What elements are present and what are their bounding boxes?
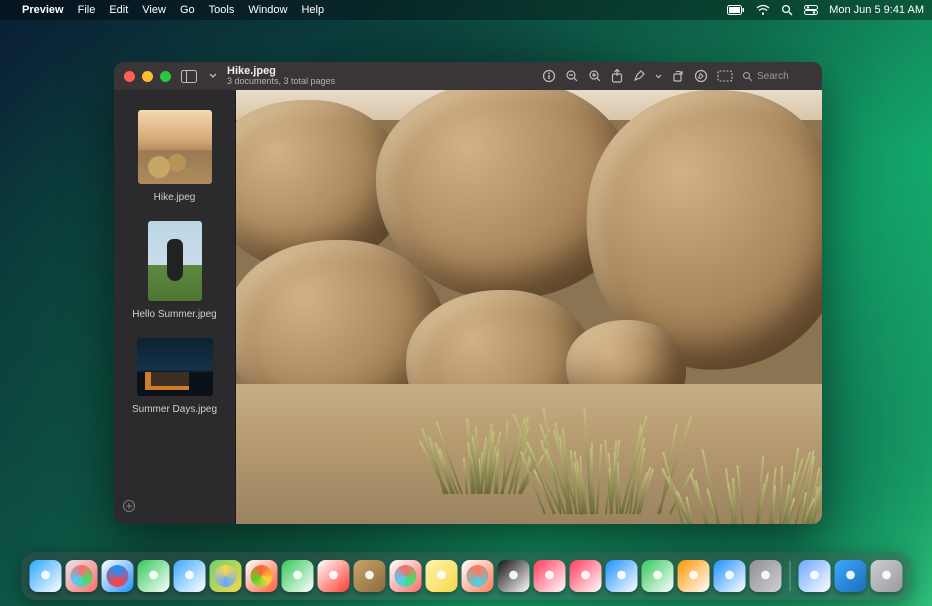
menu-tools[interactable]: Tools (209, 4, 235, 16)
menu-file[interactable]: File (78, 4, 96, 16)
dock-app-photos[interactable] (246, 560, 278, 592)
zoom-in-button[interactable] (588, 69, 602, 83)
dock (22, 552, 911, 600)
menu-edit[interactable]: Edit (109, 4, 128, 16)
dock-app-mail[interactable] (174, 560, 206, 592)
dock-app-preview[interactable] (799, 560, 831, 592)
dock-app-finder[interactable] (30, 560, 62, 592)
dock-app-app-store[interactable] (714, 560, 746, 592)
window-minimize-button[interactable] (142, 71, 153, 82)
dock-app-notes[interactable] (426, 560, 458, 592)
thumbnail-label: Hello Summer.jpeg (122, 309, 227, 320)
image-canvas[interactable] (236, 90, 822, 524)
menu-window[interactable]: Window (248, 4, 287, 16)
thumbnail-image (137, 338, 213, 396)
zoom-out-button[interactable] (565, 69, 579, 83)
thumbnail-label: Summer Days.jpeg (122, 404, 227, 415)
dock-app-numbers[interactable] (642, 560, 674, 592)
dock-app-calendar[interactable] (318, 560, 350, 592)
add-page-button[interactable] (122, 499, 136, 518)
dock-app-trash[interactable] (871, 560, 903, 592)
search-placeholder: Search (757, 71, 789, 82)
dock-app-reminders[interactable] (390, 560, 422, 592)
search-icon (742, 71, 753, 82)
dock-app-safari[interactable] (102, 560, 134, 592)
wifi-icon[interactable] (756, 5, 770, 15)
window-close-button[interactable] (124, 71, 135, 82)
sidebar-toggle-chevron-icon[interactable] (209, 73, 217, 79)
menu-view[interactable]: View (142, 4, 166, 16)
toolbar-search-field[interactable]: Search (742, 71, 812, 82)
menu-bar-clock[interactable]: Mon Jun 5 9:41 AM (829, 4, 924, 16)
share-button[interactable] (611, 69, 623, 83)
thumbnail-image (138, 110, 212, 184)
thumbnail-sidebar[interactable]: Hike.jpeg Hello Summer.jpeg Summer Days.jp… (114, 90, 236, 524)
sidebar-thumbnail[interactable]: Hello Summer.jpeg (122, 221, 227, 320)
dock-app-keynote[interactable] (606, 560, 638, 592)
dock-separator (790, 561, 791, 591)
spotlight-icon[interactable] (781, 4, 793, 16)
dock-app-maps[interactable] (210, 560, 242, 592)
dock-app-freeform[interactable] (462, 560, 494, 592)
dock-app-contacts[interactable] (354, 560, 386, 592)
menu-go[interactable]: Go (180, 4, 195, 16)
dock-app-news[interactable] (570, 560, 602, 592)
dock-app-facetime[interactable] (282, 560, 314, 592)
menu-bar: Preview File Edit View Go Tools Window H… (0, 0, 932, 20)
sidebar-toggle-button[interactable] (181, 70, 199, 83)
markup-button[interactable] (694, 69, 708, 83)
dock-app-tv[interactable] (498, 560, 530, 592)
dock-app-launchpad[interactable] (66, 560, 98, 592)
thumbnail-label: Hike.jpeg (122, 192, 227, 203)
battery-icon[interactable] (727, 5, 745, 15)
dock-app-messages[interactable] (138, 560, 170, 592)
dock-app-downloads[interactable] (835, 560, 867, 592)
window-subtitle: 3 documents, 3 total pages (227, 77, 335, 87)
dock-app-system-settings[interactable] (750, 560, 782, 592)
crop-button[interactable] (717, 70, 733, 82)
menu-help[interactable]: Help (301, 4, 324, 16)
dock-app-music[interactable] (534, 560, 566, 592)
info-button[interactable] (542, 69, 556, 83)
thumbnail-image (148, 221, 202, 301)
app-menu-preview[interactable]: Preview (22, 4, 64, 16)
preview-window: Hike.jpeg 3 documents, 3 total pages Sea… (114, 62, 822, 524)
control-center-icon[interactable] (804, 5, 818, 15)
desktop-wallpaper: Preview File Edit View Go Tools Window H… (0, 0, 932, 606)
dock-app-pages[interactable] (678, 560, 710, 592)
sidebar-thumbnail[interactable]: Hike.jpeg (122, 110, 227, 203)
window-titlebar[interactable]: Hike.jpeg 3 documents, 3 total pages Sea… (114, 62, 822, 90)
highlight-chevron-icon[interactable] (655, 74, 662, 79)
highlight-button[interactable] (632, 69, 646, 83)
sidebar-thumbnail[interactable]: Summer Days.jpeg (122, 338, 227, 415)
rotate-button[interactable] (671, 69, 685, 83)
window-zoom-button[interactable] (160, 71, 171, 82)
